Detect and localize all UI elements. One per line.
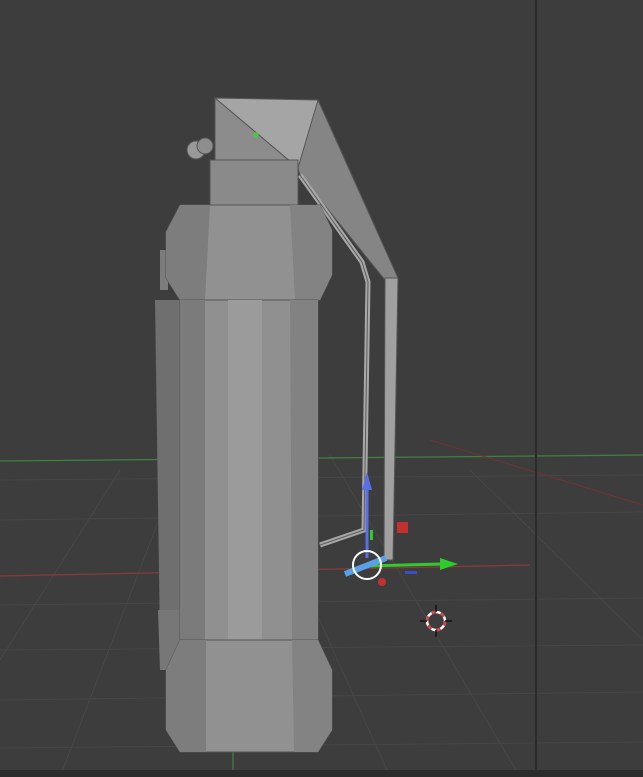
gizmo-plane-handle-z[interactable] [370,530,373,540]
3d-viewport[interactable] [0,0,643,777]
viewport-bottom-edge [0,770,643,777]
y-axis-line [0,454,643,462]
3d-cursor-icon[interactable] [420,605,452,637]
gizmo-origin-dot [378,578,386,586]
gizmo-y-arrow-head[interactable] [440,558,458,570]
gizmo-plane-handle-x[interactable] [397,522,408,533]
grenade-mesh[interactable] [155,96,399,753]
region-divider[interactable] [535,0,537,777]
object-origin-dot [253,132,259,138]
gizmo-y-arrow[interactable] [366,562,443,568]
gizmo-plane-handle-y[interactable] [405,571,417,574]
viewport-scene[interactable] [0,0,643,777]
